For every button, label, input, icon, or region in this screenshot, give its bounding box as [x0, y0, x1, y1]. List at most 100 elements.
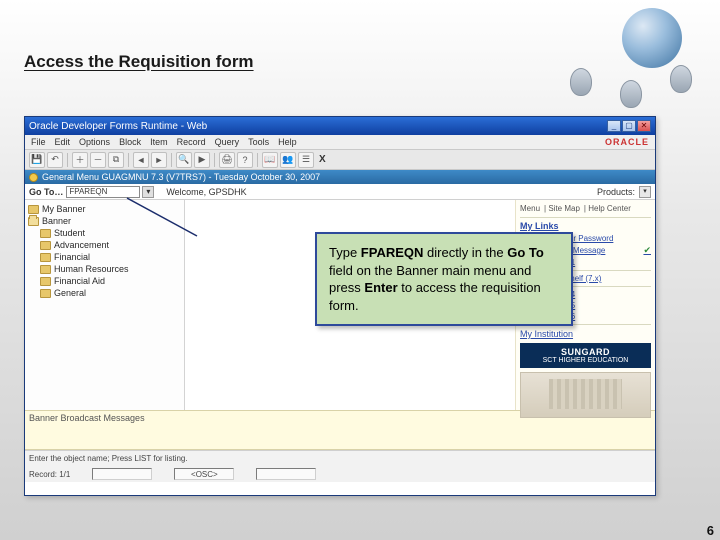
mouse-icon — [620, 80, 642, 108]
status-mode: <OSC> — [174, 468, 234, 480]
sungard-subtext: SCT HIGHER EDUCATION — [524, 357, 647, 364]
toolbar-save-icon[interactable]: 💾 — [29, 152, 45, 168]
toolbar-tree-icon[interactable]: ☰ — [298, 152, 314, 168]
maximize-button[interactable]: ▢ — [622, 120, 636, 132]
products-dropdown-icon[interactable]: ▾ — [639, 186, 651, 198]
tab-sitemap[interactable]: Site Map — [548, 204, 580, 213]
tree-item-mybanner[interactable]: My Banner — [28, 203, 181, 215]
toolbar-separator — [257, 153, 258, 167]
instruction-callout: Type FPAREQN directly in the Go To field… — [315, 232, 573, 326]
go-to-dropdown-icon[interactable]: ▾ — [142, 186, 154, 198]
window-titlebar[interactable]: Oracle Developer Forms Runtime - Web _ ▢… — [25, 117, 655, 135]
right-tabs: Menu| Site Map| Help Center — [520, 202, 651, 218]
menu-file[interactable]: File — [31, 137, 46, 147]
slide-number: 6 — [707, 523, 714, 538]
tree-label: Financial — [54, 252, 90, 262]
menu-edit[interactable]: Edit — [55, 137, 71, 147]
toolbar-remove-icon[interactable]: － — [90, 152, 106, 168]
my-institution-link[interactable]: My Institution — [520, 329, 651, 339]
check-icon: ✔ — [643, 245, 651, 256]
toolbar-separator — [128, 153, 129, 167]
toolbar-help-icon[interactable]: ? — [237, 152, 253, 168]
status-message: Enter the object name; Press LIST for li… — [29, 454, 188, 463]
form-title: General Menu GUAGMNU 7.3 (V7TRS7) - Tues… — [42, 172, 320, 182]
menu-options[interactable]: Options — [79, 137, 110, 147]
globe-decoration — [560, 0, 710, 110]
sungard-text: SUNGARD — [524, 347, 647, 357]
menu-block[interactable]: Block — [119, 137, 141, 147]
toolbar-book-icon[interactable]: 📖 — [262, 152, 278, 168]
tree-label: Financial Aid — [54, 276, 105, 286]
callout-bold: FPAREQN — [361, 245, 424, 260]
tab-help[interactable]: Help Center — [588, 204, 631, 213]
folder-icon — [40, 289, 51, 298]
tree-item-student[interactable]: Student — [28, 227, 181, 239]
products-label: Products: — [597, 187, 635, 197]
tree-item-advancement[interactable]: Advancement — [28, 239, 181, 251]
tab-menu[interactable]: Menu — [520, 204, 540, 213]
tree-label: Banner — [42, 216, 71, 226]
oracle-logo: ORACLE — [605, 137, 649, 147]
status-slot — [92, 468, 152, 480]
welcome-text: Welcome, GPSDHK — [166, 187, 246, 197]
record-indicator: Record: 1/1 — [29, 470, 70, 479]
toolbar-enter-query-icon[interactable]: 🔍 — [176, 152, 192, 168]
menu-help[interactable]: Help — [278, 137, 297, 147]
go-to-input[interactable] — [66, 186, 140, 198]
folder-icon — [40, 229, 51, 238]
status-bar-record: Record: 1/1 <OSC> — [25, 466, 655, 482]
callout-bold: Enter — [364, 280, 397, 295]
form-icon — [29, 173, 38, 182]
tree-item-general[interactable]: General — [28, 287, 181, 299]
toolbar-execute-query-icon[interactable]: ▶ — [194, 152, 210, 168]
go-to-label: Go To… — [29, 187, 63, 197]
mouse-icon — [670, 65, 692, 93]
form-titlebar: General Menu GUAGMNU 7.3 (V7TRS7) - Tues… — [25, 170, 655, 184]
content-area: My Banner Banner Student Advancement Fin… — [25, 200, 655, 410]
toolbar-print-icon[interactable]: 🖨 — [219, 152, 235, 168]
toolbar-rollback-icon[interactable]: ↶ — [47, 152, 63, 168]
folder-icon — [40, 253, 51, 262]
toolbar-separator — [214, 153, 215, 167]
toolbar-copy-icon[interactable]: ⧉ — [108, 152, 124, 168]
callout-text: directly in the — [423, 245, 507, 260]
menu-tools[interactable]: Tools — [248, 137, 269, 147]
tree-label: Student — [54, 228, 85, 238]
toolbar-users-icon[interactable]: 👥 — [280, 152, 296, 168]
tree-item-finaid[interactable]: Financial Aid — [28, 275, 181, 287]
tree-label: Advancement — [54, 240, 109, 250]
callout-bold: Go To — [507, 245, 544, 260]
minimize-button[interactable]: _ — [607, 120, 621, 132]
toolbar-insert-icon[interactable]: ＋ — [72, 152, 88, 168]
tree-item-hr[interactable]: Human Resources — [28, 263, 181, 275]
globe-icon — [622, 8, 682, 68]
folder-open-icon — [28, 217, 39, 226]
folder-icon — [40, 277, 51, 286]
tree-item-financial[interactable]: Financial — [28, 251, 181, 263]
toolbar-exit-icon[interactable]: X — [319, 154, 326, 165]
nav-tree: My Banner Banner Student Advancement Fin… — [25, 200, 185, 410]
status-slot — [256, 468, 316, 480]
folder-icon — [28, 205, 39, 214]
toolbar: 💾 ↶ ＋ － ⧉ ◄ ► 🔍 ▶ 🖨 ? 📖 👥 ☰ X — [25, 150, 655, 170]
status-bar-message: Enter the object name; Press LIST for li… — [25, 450, 655, 466]
mouse-icon — [570, 68, 592, 96]
tree-item-banner[interactable]: Banner — [28, 215, 181, 227]
toolbar-separator — [171, 153, 172, 167]
menu-bar: File Edit Options Block Item Record Quer… — [25, 135, 655, 150]
center-panel: Type FPAREQN directly in the Go To field… — [185, 200, 515, 410]
menu-query[interactable]: Query — [215, 137, 240, 147]
tree-label: My Banner — [42, 204, 86, 214]
folder-icon — [40, 241, 51, 250]
slide-heading: Access the Requisition form — [24, 52, 254, 72]
toolbar-next-icon[interactable]: ► — [151, 152, 167, 168]
toolbar-separator — [67, 153, 68, 167]
folder-icon — [40, 265, 51, 274]
menu-record[interactable]: Record — [177, 137, 206, 147]
menu-item[interactable]: Item — [150, 137, 168, 147]
close-button[interactable]: ✕ — [637, 120, 651, 132]
toolbar-prev-icon[interactable]: ◄ — [133, 152, 149, 168]
tree-label: General — [54, 288, 86, 298]
go-to-row: Go To… ▾ Welcome, GPSDHK Products: ▾ — [25, 184, 655, 200]
broadcast-title: Banner Broadcast Messages — [29, 413, 145, 423]
